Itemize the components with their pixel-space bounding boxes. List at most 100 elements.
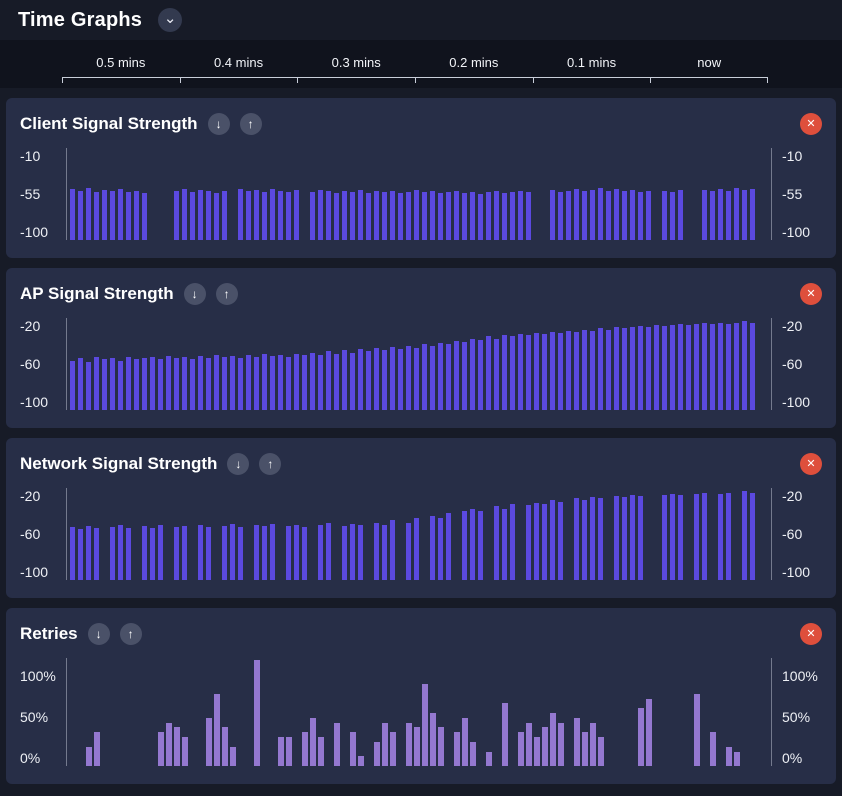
time-axis-label: 0.2 mins — [449, 55, 498, 70]
bar — [734, 752, 740, 766]
bar — [86, 188, 91, 240]
bar — [302, 527, 307, 580]
bar — [406, 723, 412, 766]
bar — [238, 358, 243, 410]
close-button[interactable]: ✕ — [800, 113, 822, 135]
bar — [222, 357, 227, 410]
close-button[interactable]: ✕ — [800, 623, 822, 645]
app-header: Time Graphs ⌄ — [0, 0, 842, 40]
bar — [182, 737, 188, 766]
chart-area: -20 -60 -100 -20 -60 -100 — [20, 318, 822, 410]
bar — [118, 525, 123, 580]
arrow-down-icon: ↓ — [216, 118, 222, 130]
bar — [446, 192, 451, 240]
bar — [230, 747, 236, 766]
bar — [110, 527, 115, 580]
bar — [182, 357, 187, 410]
bar — [446, 344, 451, 410]
bar — [286, 737, 292, 766]
close-button[interactable]: ✕ — [800, 453, 822, 475]
bar — [422, 344, 427, 410]
bar — [470, 339, 475, 410]
bar — [502, 335, 507, 410]
bar — [470, 192, 475, 240]
bar — [518, 334, 523, 410]
bar — [614, 496, 619, 580]
time-axis-label: 0.4 mins — [214, 55, 263, 70]
bar — [206, 718, 212, 766]
bar — [166, 356, 171, 410]
move-down-button[interactable]: ↓ — [184, 283, 206, 305]
move-up-button[interactable]: ↑ — [240, 113, 262, 135]
bar — [478, 511, 483, 580]
bar — [598, 328, 603, 410]
bar — [494, 506, 499, 580]
bar — [718, 494, 723, 580]
bar — [502, 193, 507, 240]
bar — [646, 699, 652, 767]
panel-title: Client Signal Strength — [20, 114, 198, 134]
move-up-button[interactable]: ↑ — [120, 623, 142, 645]
panel-title: Retries — [20, 624, 78, 644]
bar — [350, 524, 355, 580]
bar — [334, 193, 339, 240]
move-down-button[interactable]: ↓ — [88, 623, 110, 645]
bar — [206, 358, 211, 410]
bar — [142, 193, 147, 240]
bar — [198, 190, 203, 240]
bar — [190, 192, 195, 240]
bar — [126, 357, 131, 410]
chevron-down-icon: ⌄ — [164, 11, 177, 26]
bar — [526, 505, 531, 580]
move-up-button[interactable]: ↑ — [216, 283, 238, 305]
bar — [462, 511, 467, 580]
bar — [174, 727, 180, 766]
y-tick-label: -20 — [782, 318, 822, 334]
collapse-button[interactable]: ⌄ — [158, 8, 182, 32]
close-icon: ✕ — [806, 289, 815, 300]
bar — [414, 518, 419, 580]
bar — [670, 325, 675, 410]
bar-chart — [66, 488, 772, 580]
move-down-button[interactable]: ↓ — [208, 113, 230, 135]
bar — [94, 528, 99, 580]
bar — [142, 526, 147, 580]
bar — [454, 732, 460, 766]
bar — [582, 500, 587, 581]
bar — [382, 525, 387, 580]
bar — [366, 193, 371, 240]
time-axis-segment: 0.5 mins — [62, 55, 180, 78]
close-icon: ✕ — [806, 459, 815, 470]
close-button[interactable]: ✕ — [800, 283, 822, 305]
bar — [374, 523, 379, 581]
bar — [598, 498, 603, 580]
bar — [478, 340, 483, 410]
bar — [550, 332, 555, 410]
bar — [206, 527, 211, 580]
bar — [550, 190, 555, 240]
bar — [590, 190, 595, 240]
bar — [526, 192, 531, 240]
bar — [182, 526, 187, 580]
time-axis-label: 0.5 mins — [96, 55, 145, 70]
move-up-button[interactable]: ↑ — [259, 453, 281, 475]
move-down-button[interactable]: ↓ — [227, 453, 249, 475]
bar — [126, 528, 131, 580]
bar — [622, 191, 627, 240]
bar — [590, 497, 595, 580]
panel-header: Network Signal Strength ↓ ↑ ✕ — [20, 450, 822, 478]
bar — [742, 491, 747, 580]
bar — [734, 323, 739, 410]
page-title: Time Graphs — [18, 9, 142, 32]
bar — [494, 339, 499, 410]
y-tick-label: 100% — [20, 668, 66, 684]
panel-ap-signal-strength: AP Signal Strength ↓ ↑ ✕ -20 -60 -100 -2… — [6, 268, 836, 428]
bar — [630, 190, 635, 240]
bar — [678, 324, 683, 410]
bar — [86, 362, 91, 410]
time-axis-label: now — [697, 55, 721, 70]
bar — [622, 497, 627, 580]
bar — [622, 328, 627, 410]
bar — [646, 191, 651, 240]
bar — [550, 500, 555, 581]
